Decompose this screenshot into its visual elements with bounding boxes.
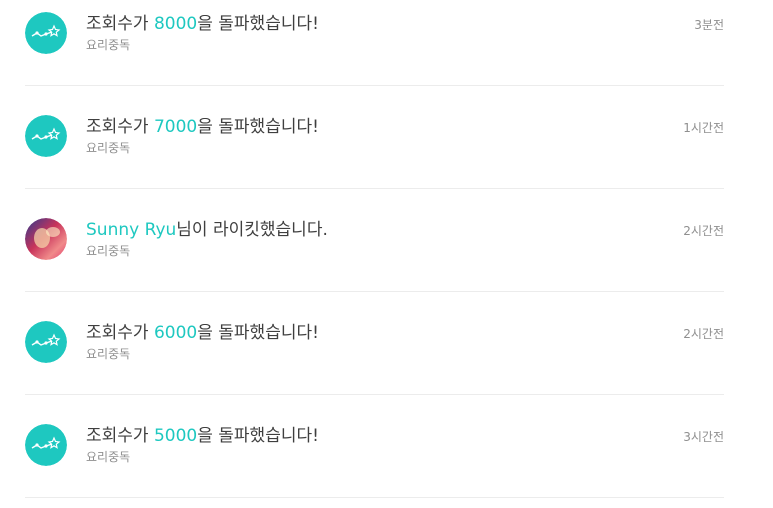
- view-count-milestone: 5000: [153, 426, 198, 446]
- chart-icon: [25, 424, 67, 466]
- view-count-milestone: 6000: [153, 323, 198, 343]
- notification-source[interactable]: 요리중독: [86, 243, 634, 259]
- notification-text: 조회수가 8000을 돌파했습니다! 요리중독: [86, 13, 634, 53]
- chart-icon: [25, 12, 67, 54]
- chart-icon: [25, 321, 67, 363]
- notification-item[interactable]: 조회수가 6000을 돌파했습니다! 요리중독 2시간전: [25, 292, 724, 395]
- notification-time: 2시간전: [683, 224, 724, 238]
- notification-list: 조회수가 8000을 돌파했습니다! 요리중독 3분전 조회수가 7000을 돌…: [25, 0, 724, 498]
- notification-item[interactable]: 조회수가 7000을 돌파했습니다! 요리중독 1시간전: [25, 86, 724, 189]
- notification-message: 조회수가 5000을 돌파했습니다!: [86, 426, 319, 446]
- notification-source[interactable]: 요리중독: [86, 37, 634, 53]
- user-avatar[interactable]: [25, 218, 67, 260]
- notification-message: Sunny Ryu님이 라이킷했습니다.: [86, 220, 328, 240]
- view-count-milestone: 8000: [153, 14, 198, 34]
- notification-message: 조회수가 8000을 돌파했습니다!: [86, 14, 319, 34]
- notification-text: Sunny Ryu님이 라이킷했습니다. 요리중독: [86, 219, 634, 259]
- notification-text: 조회수가 5000을 돌파했습니다! 요리중독: [86, 425, 634, 465]
- notification-message: 조회수가 6000을 돌파했습니다!: [86, 323, 319, 343]
- notification-message: 조회수가 7000을 돌파했습니다!: [86, 117, 319, 137]
- notification-text: 조회수가 7000을 돌파했습니다! 요리중독: [86, 116, 634, 156]
- notification-item[interactable]: 조회수가 8000을 돌파했습니다! 요리중독 3분전: [25, 0, 724, 86]
- notification-source[interactable]: 요리중독: [86, 346, 634, 362]
- notification-time: 2시간전: [683, 327, 724, 341]
- chart-icon: [25, 115, 67, 157]
- view-count-milestone: 7000: [153, 117, 198, 137]
- notification-time: 1시간전: [683, 121, 724, 135]
- notification-source[interactable]: 요리중독: [86, 140, 634, 156]
- notification-source[interactable]: 요리중독: [86, 449, 634, 465]
- notification-text: 조회수가 6000을 돌파했습니다! 요리중독: [86, 322, 634, 362]
- user-name-link[interactable]: Sunny Ryu: [86, 220, 176, 240]
- notification-time: 3시간전: [683, 430, 724, 444]
- notification-time: 3분전: [694, 18, 724, 32]
- notification-item[interactable]: Sunny Ryu님이 라이킷했습니다. 요리중독 2시간전: [25, 189, 724, 292]
- notification-item[interactable]: 조회수가 5000을 돌파했습니다! 요리중독 3시간전: [25, 395, 724, 498]
